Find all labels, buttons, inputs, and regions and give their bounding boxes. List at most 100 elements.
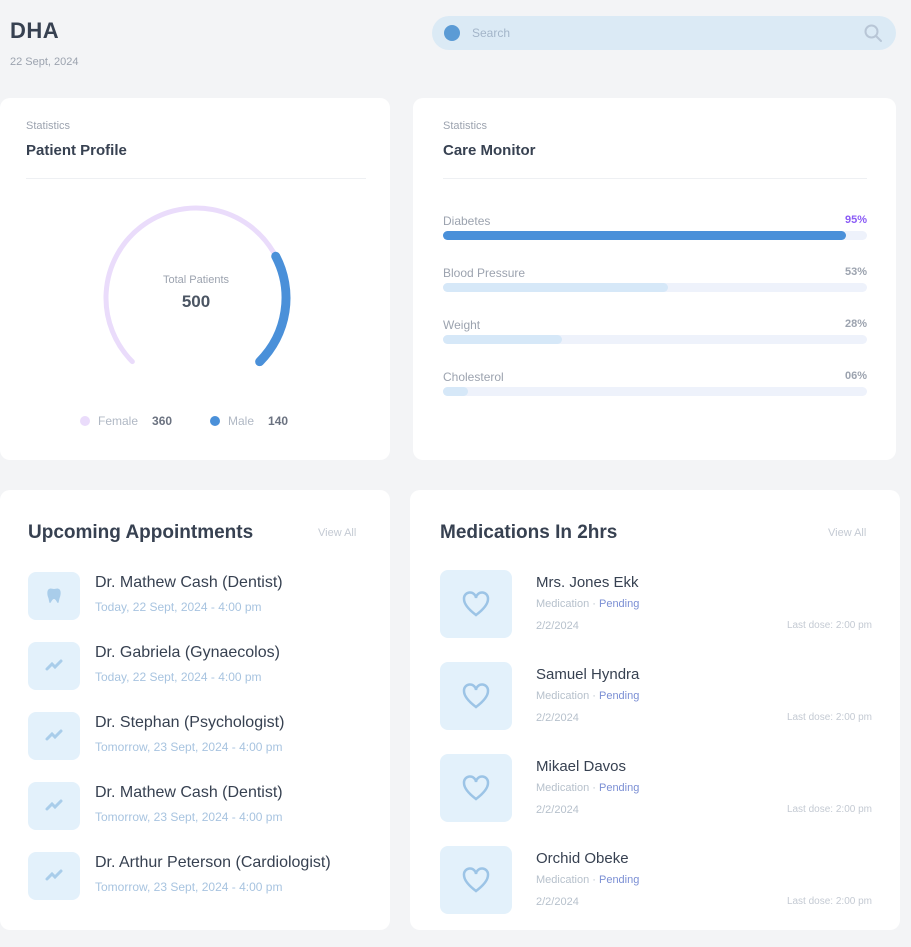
monitor-kicker: Statistics xyxy=(443,120,488,132)
patient-profile-card: Statistics Patient Profile Total Patient… xyxy=(0,98,390,460)
medication-date: 2/2/2024 xyxy=(536,712,579,724)
gauge-label: Total Patients xyxy=(162,274,230,286)
medication-last-dose: Last dose: 2:00 pm xyxy=(786,712,872,723)
bar-track xyxy=(443,387,867,396)
medication-status: Pending xyxy=(598,690,640,702)
top-header: DHA 22 Sept, 2024 xyxy=(0,0,911,90)
search-input[interactable] xyxy=(472,26,862,40)
filter-icon[interactable] xyxy=(444,25,460,41)
monitor-title: Care Monitor xyxy=(443,142,536,159)
medication-status: Pending xyxy=(598,782,640,794)
legend-male-swatch xyxy=(210,416,220,426)
medication-label: Medication xyxy=(536,598,590,610)
medication-meta: Medication · Pending xyxy=(536,874,640,886)
appointment-item[interactable]: Dr. Arthur Peterson (Cardiologist) Tomor… xyxy=(28,852,378,904)
appointment-doctor: Dr. Gabriela (Gynaecolos) xyxy=(95,644,280,661)
profile-divider xyxy=(26,178,366,179)
medication-item[interactable]: Mikael Davos Medication · Pending 2/2/20… xyxy=(440,754,872,828)
legend-female-value: 360 xyxy=(152,414,173,428)
bar-track xyxy=(443,335,867,344)
bar-percent: 28% xyxy=(844,318,867,330)
medication-date: 2/2/2024 xyxy=(536,896,579,908)
bar-percent: 06% xyxy=(844,370,867,382)
stethoscope-icon xyxy=(28,642,80,690)
stethoscope-icon xyxy=(28,712,80,760)
profile-kicker: Statistics xyxy=(26,120,71,132)
medication-patient: Orchid Obeke xyxy=(536,850,629,867)
medication-patient: Mrs. Jones Ekk xyxy=(536,574,639,591)
stethoscope-icon xyxy=(28,852,80,900)
tooth-icon xyxy=(28,572,80,620)
appointments-title: Upcoming Appointments xyxy=(28,522,254,543)
search-icon[interactable] xyxy=(862,22,884,44)
medication-status: Pending xyxy=(598,598,640,610)
appointment-doctor: Dr. Stephan (Psychologist) xyxy=(95,714,285,731)
medication-status: Pending xyxy=(598,874,640,886)
brand-logo: DHA xyxy=(10,18,60,43)
heart-pulse-icon xyxy=(440,846,512,914)
appointment-doctor: Dr. Mathew Cash (Dentist) xyxy=(95,574,283,591)
appointment-doctor: Dr. Arthur Peterson (Cardiologist) xyxy=(95,854,331,871)
bar-track xyxy=(443,283,867,292)
medication-date: 2/2/2024 xyxy=(536,804,579,816)
medication-last-dose: Last dose: 2:00 pm xyxy=(786,620,872,631)
appointments-view-all-link[interactable]: View All xyxy=(318,527,356,539)
stethoscope-icon xyxy=(28,782,80,830)
bar-fill xyxy=(443,283,668,292)
medication-label: Medication xyxy=(536,874,590,886)
medication-meta: Medication · Pending xyxy=(536,782,640,794)
medication-item[interactable]: Samuel Hyndra Medication · Pending 2/2/2… xyxy=(440,662,872,736)
medication-date: 2/2/2024 xyxy=(536,620,579,632)
appointment-time: Tomorrow, 23 Sept, 2024 - 4:00 pm xyxy=(95,810,283,824)
legend-male-label: Male xyxy=(228,414,255,428)
bar-fill xyxy=(443,335,562,344)
bar-label: Diabetes xyxy=(443,214,491,228)
bar-fill xyxy=(443,387,469,396)
medication-patient: Mikael Davos xyxy=(536,758,627,775)
appointment-time: Today, 22 Sept, 2024 - 4:00 pm xyxy=(95,600,262,614)
appointment-item[interactable]: Dr. Mathew Cash (Dentist) Today, 22 Sept… xyxy=(28,572,378,624)
appointment-item[interactable]: Dr. Mathew Cash (Dentist) Tomorrow, 23 S… xyxy=(28,782,378,834)
heart-pulse-icon xyxy=(440,754,512,822)
appointment-item[interactable]: Dr. Gabriela (Gynaecolos) Today, 22 Sept… xyxy=(28,642,378,694)
appointment-time: Today, 22 Sept, 2024 - 4:00 pm xyxy=(95,670,262,684)
medication-item[interactable]: Orchid Obeke Medication · Pending 2/2/20… xyxy=(440,846,872,920)
bar-track xyxy=(443,231,867,240)
legend-male: Male 140 xyxy=(210,414,288,428)
medication-last-dose: Last dose: 2:00 pm xyxy=(786,896,872,907)
medications-title: Medications In 2hrs xyxy=(440,522,618,543)
gauge-value: 500 xyxy=(181,292,211,311)
medication-label: Medication xyxy=(536,782,590,794)
medication-item[interactable]: Mrs. Jones Ekk Medication · Pending 2/2/… xyxy=(440,570,872,644)
appointment-item[interactable]: Dr. Stephan (Psychologist) Tomorrow, 23 … xyxy=(28,712,378,764)
heart-pulse-icon xyxy=(440,570,512,638)
medication-last-dose: Last dose: 2:00 pm xyxy=(786,804,872,815)
bar-label: Cholesterol xyxy=(443,370,504,384)
care-monitor-card: Statistics Care Monitor Diabetes 95% Blo… xyxy=(413,98,896,460)
bar-percent: 53% xyxy=(844,266,867,278)
bar-fill xyxy=(443,231,846,240)
appointment-time: Tomorrow, 23 Sept, 2024 - 4:00 pm xyxy=(95,740,283,754)
legend-female-swatch xyxy=(80,416,90,426)
medication-meta: Medication · Pending xyxy=(536,690,640,702)
appointment-time: Tomorrow, 23 Sept, 2024 - 4:00 pm xyxy=(95,880,283,894)
medication-label: Medication xyxy=(536,690,590,702)
medication-meta: Medication · Pending xyxy=(536,598,640,610)
legend-male-value: 140 xyxy=(268,414,289,428)
legend-female: Female 360 xyxy=(80,414,172,428)
current-date: 22 Sept, 2024 xyxy=(10,56,79,68)
legend-female-label: Female xyxy=(98,414,139,428)
medications-view-all-link[interactable]: View All xyxy=(828,527,866,539)
profile-title: Patient Profile xyxy=(26,142,127,159)
medication-patient: Samuel Hyndra xyxy=(536,666,640,683)
search-bar[interactable] xyxy=(432,16,896,50)
heart-pulse-icon xyxy=(440,662,512,730)
appointment-doctor: Dr. Mathew Cash (Dentist) xyxy=(95,784,283,801)
appointments-card: Upcoming Appointments View All Dr. Mathe… xyxy=(0,490,390,930)
gauge-male-arc xyxy=(255,251,291,367)
bar-label: Blood Pressure xyxy=(443,266,526,280)
bar-percent: 95% xyxy=(844,214,867,226)
medications-card: Medications In 2hrs View All Mrs. Jones … xyxy=(410,490,900,930)
bar-label: Weight xyxy=(443,318,481,332)
monitor-divider xyxy=(443,178,867,179)
